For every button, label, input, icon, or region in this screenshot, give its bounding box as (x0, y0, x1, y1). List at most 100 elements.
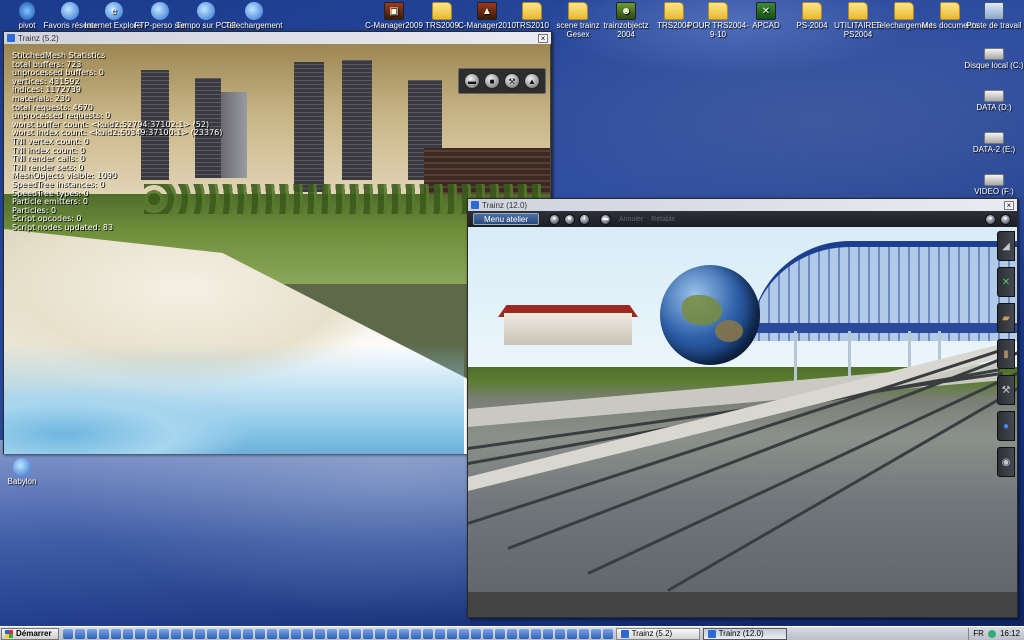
quick-launch-icon[interactable] (446, 628, 457, 639)
window-titlebar[interactable]: Trainz (5.2) × (4, 32, 551, 44)
window-titlebar[interactable]: Trainz (12.0) × (468, 199, 1017, 211)
settings-button[interactable]: ● (1000, 213, 1011, 225)
folder-icon (664, 2, 684, 20)
quick-launch-icon[interactable] (206, 628, 217, 639)
track-tool-icon[interactable]: ▮ (997, 339, 1015, 369)
quick-launch-icon[interactable] (326, 628, 337, 639)
quick-launch-icon[interactable] (410, 628, 421, 639)
desktop-icon-drive-e[interactable]: DATA-2 (E:) (962, 128, 1024, 154)
folder-icon (848, 2, 868, 20)
tools-button[interactable]: ⚒ (504, 73, 520, 89)
quick-launch-icon[interactable] (398, 628, 409, 639)
language-indicator[interactable]: FR (973, 629, 984, 638)
quick-launch-icon[interactable] (134, 628, 145, 639)
trainz-12-window[interactable]: Trainz (12.0) × Menu atelier ● ■ T ▬ Ann… (467, 198, 1018, 618)
driver-toolbar: ▬ ■ ⚒ ▲ (458, 68, 546, 94)
clock[interactable]: 16:12 (1000, 629, 1020, 638)
info-button[interactable]: ● (549, 213, 561, 225)
desktop-icon-babylon[interactable]: Babylon (0, 458, 54, 486)
stop-button[interactable]: ■ (564, 213, 576, 225)
quick-launch-icon[interactable] (98, 628, 109, 639)
quick-launch-icon[interactable] (434, 628, 445, 639)
minimize-panel-button[interactable]: ▬ (464, 73, 480, 89)
surveyor-side-panel: ◢ ✕ ▰ ▮ ⚒ ● ◉ (995, 227, 1017, 592)
tools-button[interactable]: T (579, 213, 591, 225)
windows-logo-icon (5, 629, 13, 638)
quick-launch-icon[interactable] (554, 628, 565, 639)
hard-drive-icon (984, 48, 1004, 60)
quick-launch-icon[interactable] (506, 628, 517, 639)
quick-launch-icon[interactable] (170, 628, 181, 639)
window-title: Trainz (5.2) (18, 33, 59, 43)
network-share-icon (245, 2, 263, 20)
game-viewport[interactable] (468, 227, 1017, 592)
quick-launch-icon[interactable] (242, 628, 253, 639)
water-tool-icon[interactable]: ● (997, 411, 1015, 441)
quick-launch-icon[interactable] (266, 628, 277, 639)
menu-atelier-button[interactable]: Menu atelier (473, 213, 540, 225)
quick-launch-icon[interactable] (470, 628, 481, 639)
ie-icon: e (105, 2, 123, 20)
start-button[interactable]: Démarrer (1, 627, 59, 640)
quick-launch-icon[interactable] (146, 628, 157, 639)
quick-launch-icon[interactable] (374, 628, 385, 639)
help-button[interactable]: ● (985, 213, 996, 225)
wallpaper-highlight (0, 440, 470, 640)
quick-launch-icon[interactable] (386, 628, 397, 639)
quick-launch-icon[interactable] (158, 628, 169, 639)
quick-launch-icon[interactable] (290, 628, 301, 639)
quick-launch-icon[interactable] (110, 628, 121, 639)
redo-label[interactable]: Rétablir (651, 216, 675, 223)
desktop-icon-drive-c[interactable]: Disque local (C:) (962, 44, 1024, 70)
station-building (504, 313, 632, 345)
quick-launch-icon[interactable] (218, 628, 229, 639)
network-tray-icon[interactable] (987, 629, 996, 638)
quick-launch-icon[interactable] (566, 628, 577, 639)
babylon-icon (13, 458, 31, 476)
terrain-tool-icon[interactable]: ◢ (997, 231, 1015, 261)
close-button[interactable]: × (1004, 200, 1014, 210)
quick-launch-icon[interactable] (302, 628, 313, 639)
undo-icon[interactable]: ▬ (600, 213, 612, 225)
quick-launch-icon[interactable] (350, 628, 361, 639)
quick-launch-icon[interactable] (482, 628, 493, 639)
quick-launch-icon[interactable] (278, 628, 289, 639)
undo-label[interactable]: Annuler (619, 216, 643, 223)
quick-launch-icon[interactable] (494, 628, 505, 639)
quick-launch-icon[interactable] (542, 628, 553, 639)
quick-launch-icon[interactable] (578, 628, 589, 639)
quick-launch-icon[interactable] (74, 628, 85, 639)
wrench-tool-icon[interactable]: ⚒ (997, 375, 1015, 405)
quick-launch-icon[interactable] (338, 628, 349, 639)
quick-launch-icon[interactable] (362, 628, 373, 639)
quick-launch-icon[interactable] (194, 628, 205, 639)
eject-button[interactable]: ▲ (524, 73, 540, 89)
taskbar-button-trainz-12[interactable]: Trainz (12.0) (702, 627, 787, 640)
objects-tool-icon[interactable]: ▰ (997, 303, 1015, 333)
taskbar-button-trainz-5-2[interactable]: Trainz (5.2) (615, 627, 700, 640)
quick-launch-icon[interactable] (530, 628, 541, 639)
quick-launch-icon[interactable] (62, 628, 73, 639)
hard-drive-icon (984, 132, 1004, 144)
quick-launch-icon[interactable] (422, 628, 433, 639)
quick-launch-icon[interactable] (86, 628, 97, 639)
quick-launch-icon[interactable] (182, 628, 193, 639)
system-tray: FR 16:12 (968, 627, 1024, 640)
quick-launch-icon[interactable] (230, 628, 241, 639)
desktop-icon-poste-de-travail[interactable]: Poste de travail (962, 2, 1024, 30)
quick-launch-icon[interactable] (314, 628, 325, 639)
quick-launch-icon[interactable] (518, 628, 529, 639)
desktop-icon-drive-f[interactable]: VIDEO (F:) (962, 170, 1024, 196)
apcad-icon: ✕ (756, 2, 776, 20)
paint-tool-icon[interactable]: ✕ (997, 267, 1015, 297)
close-button[interactable]: × (538, 33, 548, 43)
cmanager-icon: ▲ (477, 2, 497, 20)
panel-button[interactable]: ■ (484, 73, 500, 89)
quick-launch-icon[interactable] (458, 628, 469, 639)
desktop-icon-drive-d[interactable]: DATA (D:) (962, 86, 1024, 112)
topology-tool-icon[interactable]: ◉ (997, 447, 1015, 477)
quick-launch-icon[interactable] (122, 628, 133, 639)
quick-launch-icon[interactable] (590, 628, 601, 639)
quick-launch-icon[interactable] (602, 628, 613, 639)
quick-launch-icon[interactable] (254, 628, 265, 639)
